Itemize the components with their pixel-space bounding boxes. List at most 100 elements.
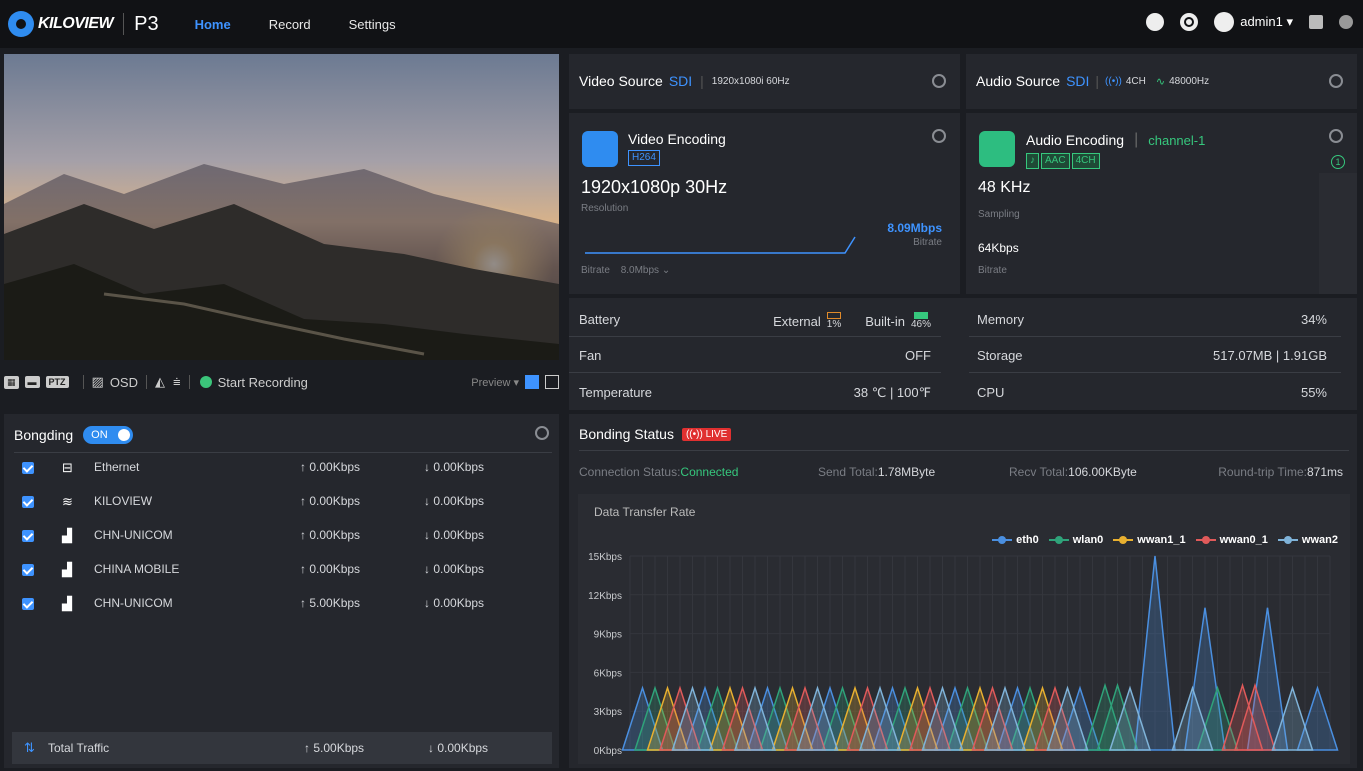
main-nav: Home Record Settings xyxy=(195,17,434,32)
video-source-type: SDI xyxy=(668,73,693,89)
storage-value: 517.07MB | 1.91GB xyxy=(1213,348,1327,363)
checkbox[interactable] xyxy=(22,564,34,576)
user-menu[interactable]: admin1 ▾ xyxy=(1214,12,1293,32)
builtin-label: Built-in xyxy=(865,313,905,329)
download-rate: ↓ 0.00Kbps xyxy=(424,460,485,474)
help-lifebuoy-icon[interactable] xyxy=(1180,13,1199,31)
audio-bitrate-value: 64Kbps xyxy=(978,241,1019,255)
audio-source-panel: Audio Source SDI | ((•)) 4CH ∿ 48000Hz xyxy=(966,54,1357,109)
bonding-status-title: Bonding Status xyxy=(579,426,674,442)
y-tick-label: 3Kbps xyxy=(594,707,622,718)
chevron-down-icon: ⌄ xyxy=(661,265,671,276)
bitrate-label: Bitrate xyxy=(913,237,942,248)
nav-settings[interactable]: Settings xyxy=(349,17,396,32)
info-icon[interactable] xyxy=(1339,15,1353,29)
upload-rate: ↑ 0.00Kbps xyxy=(300,528,361,542)
y-tick-label: 15Kbps xyxy=(588,552,622,563)
wifi-icon: ≋ xyxy=(62,494,73,509)
video-source-format: 1920x1080i 60Hz xyxy=(711,75,790,87)
device-stats-panel: Battery External 1% Built-in 46% Fan OFF… xyxy=(569,298,1357,410)
cpu-label: CPU xyxy=(977,385,1005,400)
cellular-5g-icon: ▟ xyxy=(62,562,72,577)
fullscreen-icon[interactable] xyxy=(545,375,559,389)
codec-badge: H264 xyxy=(628,150,660,166)
waveform-icon: ∿ xyxy=(1155,75,1166,88)
nav-home[interactable]: Home xyxy=(195,17,231,32)
gear-icon[interactable] xyxy=(932,74,946,88)
upload-rate: ↑ 0.00Kbps xyxy=(300,460,361,474)
interface-name: CHN-UNICOM xyxy=(94,528,173,542)
image-icon[interactable]: ▨ xyxy=(92,374,104,390)
resolution-label: Resolution xyxy=(581,203,629,214)
video-preview[interactable] xyxy=(4,54,559,360)
bitrate-setting-label: Bitrate xyxy=(581,265,610,276)
total-down: ↓ 0.00Kbps xyxy=(428,741,489,755)
audio-bitrate-label: Bitrate xyxy=(978,265,1007,276)
channel-index-badge[interactable]: 1 xyxy=(1331,155,1345,169)
rtt-value: 871ms xyxy=(1306,465,1343,479)
gear-icon[interactable] xyxy=(535,426,549,440)
video-encoding-icon xyxy=(582,131,618,167)
music-icon: ♪ xyxy=(1026,153,1039,169)
cpu-value: 55% xyxy=(1300,385,1327,400)
cellular-4g-icon: ▟ xyxy=(62,596,72,611)
checkbox[interactable] xyxy=(22,598,34,610)
y-tick-label: 12Kbps xyxy=(588,591,622,602)
divider xyxy=(969,336,1341,337)
builtin-battery: 46% xyxy=(911,312,931,330)
gear-icon[interactable] xyxy=(1329,129,1343,143)
checkbox[interactable] xyxy=(22,462,34,474)
total-up: ↑ 5.00Kbps xyxy=(304,741,365,755)
language-icon[interactable] xyxy=(1309,15,1323,29)
bitrate-setting-value: 8.0Mbps xyxy=(620,265,660,276)
bonding-row[interactable]: ⊟ Ethernet ↑ 0.00Kbps ↓ 0.00Kbps xyxy=(4,460,559,484)
flip-icon[interactable]: ⩧ xyxy=(173,374,181,390)
logo-icon xyxy=(8,11,34,37)
bonding-row[interactable]: ≋ KILOVIEW ↑ 0.00Kbps ↓ 0.00Kbps xyxy=(4,494,559,518)
preview-controls: ▦ ▬ PTZ ▨ OSD ◭ ⩧ Start Recording Previe… xyxy=(4,368,559,396)
layout-icon[interactable]: ▦ xyxy=(4,375,19,389)
bonding-row[interactable]: ▟ CHN-UNICOM ↑ 0.00Kbps ↓ 0.00Kbps xyxy=(4,528,559,552)
checkbox[interactable] xyxy=(22,530,34,542)
ethernet-icon: ⊟ xyxy=(62,460,73,475)
audio-encoding-panel: Audio Encoding | channel-1 ♪ AAC 4CH 1 48 … xyxy=(966,113,1357,294)
divider xyxy=(145,375,147,389)
nav-record[interactable]: Record xyxy=(269,17,311,32)
username: admin1 ▾ xyxy=(1240,14,1293,29)
logo: KILOVIEW P3 xyxy=(8,11,159,37)
audio-channel-icon: ((•)) xyxy=(1105,75,1122,87)
interface-name: KILOVIEW xyxy=(94,494,153,508)
round-trip-time: Round-trip Time:871ms xyxy=(1218,465,1343,479)
total-traffic-row: ⇅ Total Traffic ↑ 5.00Kbps ↓ 0.00Kbps xyxy=(12,732,552,764)
osd-button[interactable]: OSD xyxy=(110,375,138,390)
connection-status-value: Connected xyxy=(680,465,739,479)
robot-icon[interactable] xyxy=(1146,13,1165,31)
audio-encoding-title: Audio Encoding xyxy=(1026,132,1125,148)
divider xyxy=(82,375,84,389)
audio-codec-badge: AAC xyxy=(1041,153,1070,169)
download-rate: ↓ 0.00Kbps xyxy=(424,528,485,542)
checkbox[interactable] xyxy=(22,496,34,508)
audio-channels-badge: 4CH xyxy=(1071,153,1100,169)
bitrate-setting[interactable]: Bitrate 8.0Mbps ⌄ xyxy=(581,265,670,276)
external-pct: 1% xyxy=(826,319,842,330)
ptz-button[interactable]: PTZ xyxy=(45,376,69,388)
battery-label: Battery xyxy=(579,312,621,327)
gear-icon[interactable] xyxy=(932,129,946,143)
rtt-label: Round-trip Time: xyxy=(1218,465,1307,479)
mirror-icon[interactable]: ◭ xyxy=(155,374,165,390)
interface-name: CHINA MOBILE xyxy=(94,562,180,576)
preview-dropdown[interactable]: Preview ▾ xyxy=(471,376,519,389)
channel-scroll-strip[interactable] xyxy=(1319,173,1357,294)
bonding-row[interactable]: ▟ CHN-UNICOM ↑ 5.00Kbps ↓ 0.00Kbps xyxy=(4,596,559,620)
brand-name: KILOVIEW xyxy=(38,15,114,32)
divider xyxy=(569,336,941,337)
bar-icon[interactable]: ▬ xyxy=(24,376,40,388)
bonding-row[interactable]: ▟ CHINA MOBILE ↑ 0.00Kbps ↓ 0.00Kbps xyxy=(4,562,559,586)
gear-icon[interactable] xyxy=(1329,74,1343,88)
bonding-toggle[interactable]: ON xyxy=(83,426,134,444)
start-recording-button[interactable]: Start Recording xyxy=(218,375,308,390)
screenshot-icon[interactable] xyxy=(525,375,539,389)
audio-source-channels: 4CH xyxy=(1125,75,1146,87)
video-source-label: Video Source xyxy=(579,73,663,89)
